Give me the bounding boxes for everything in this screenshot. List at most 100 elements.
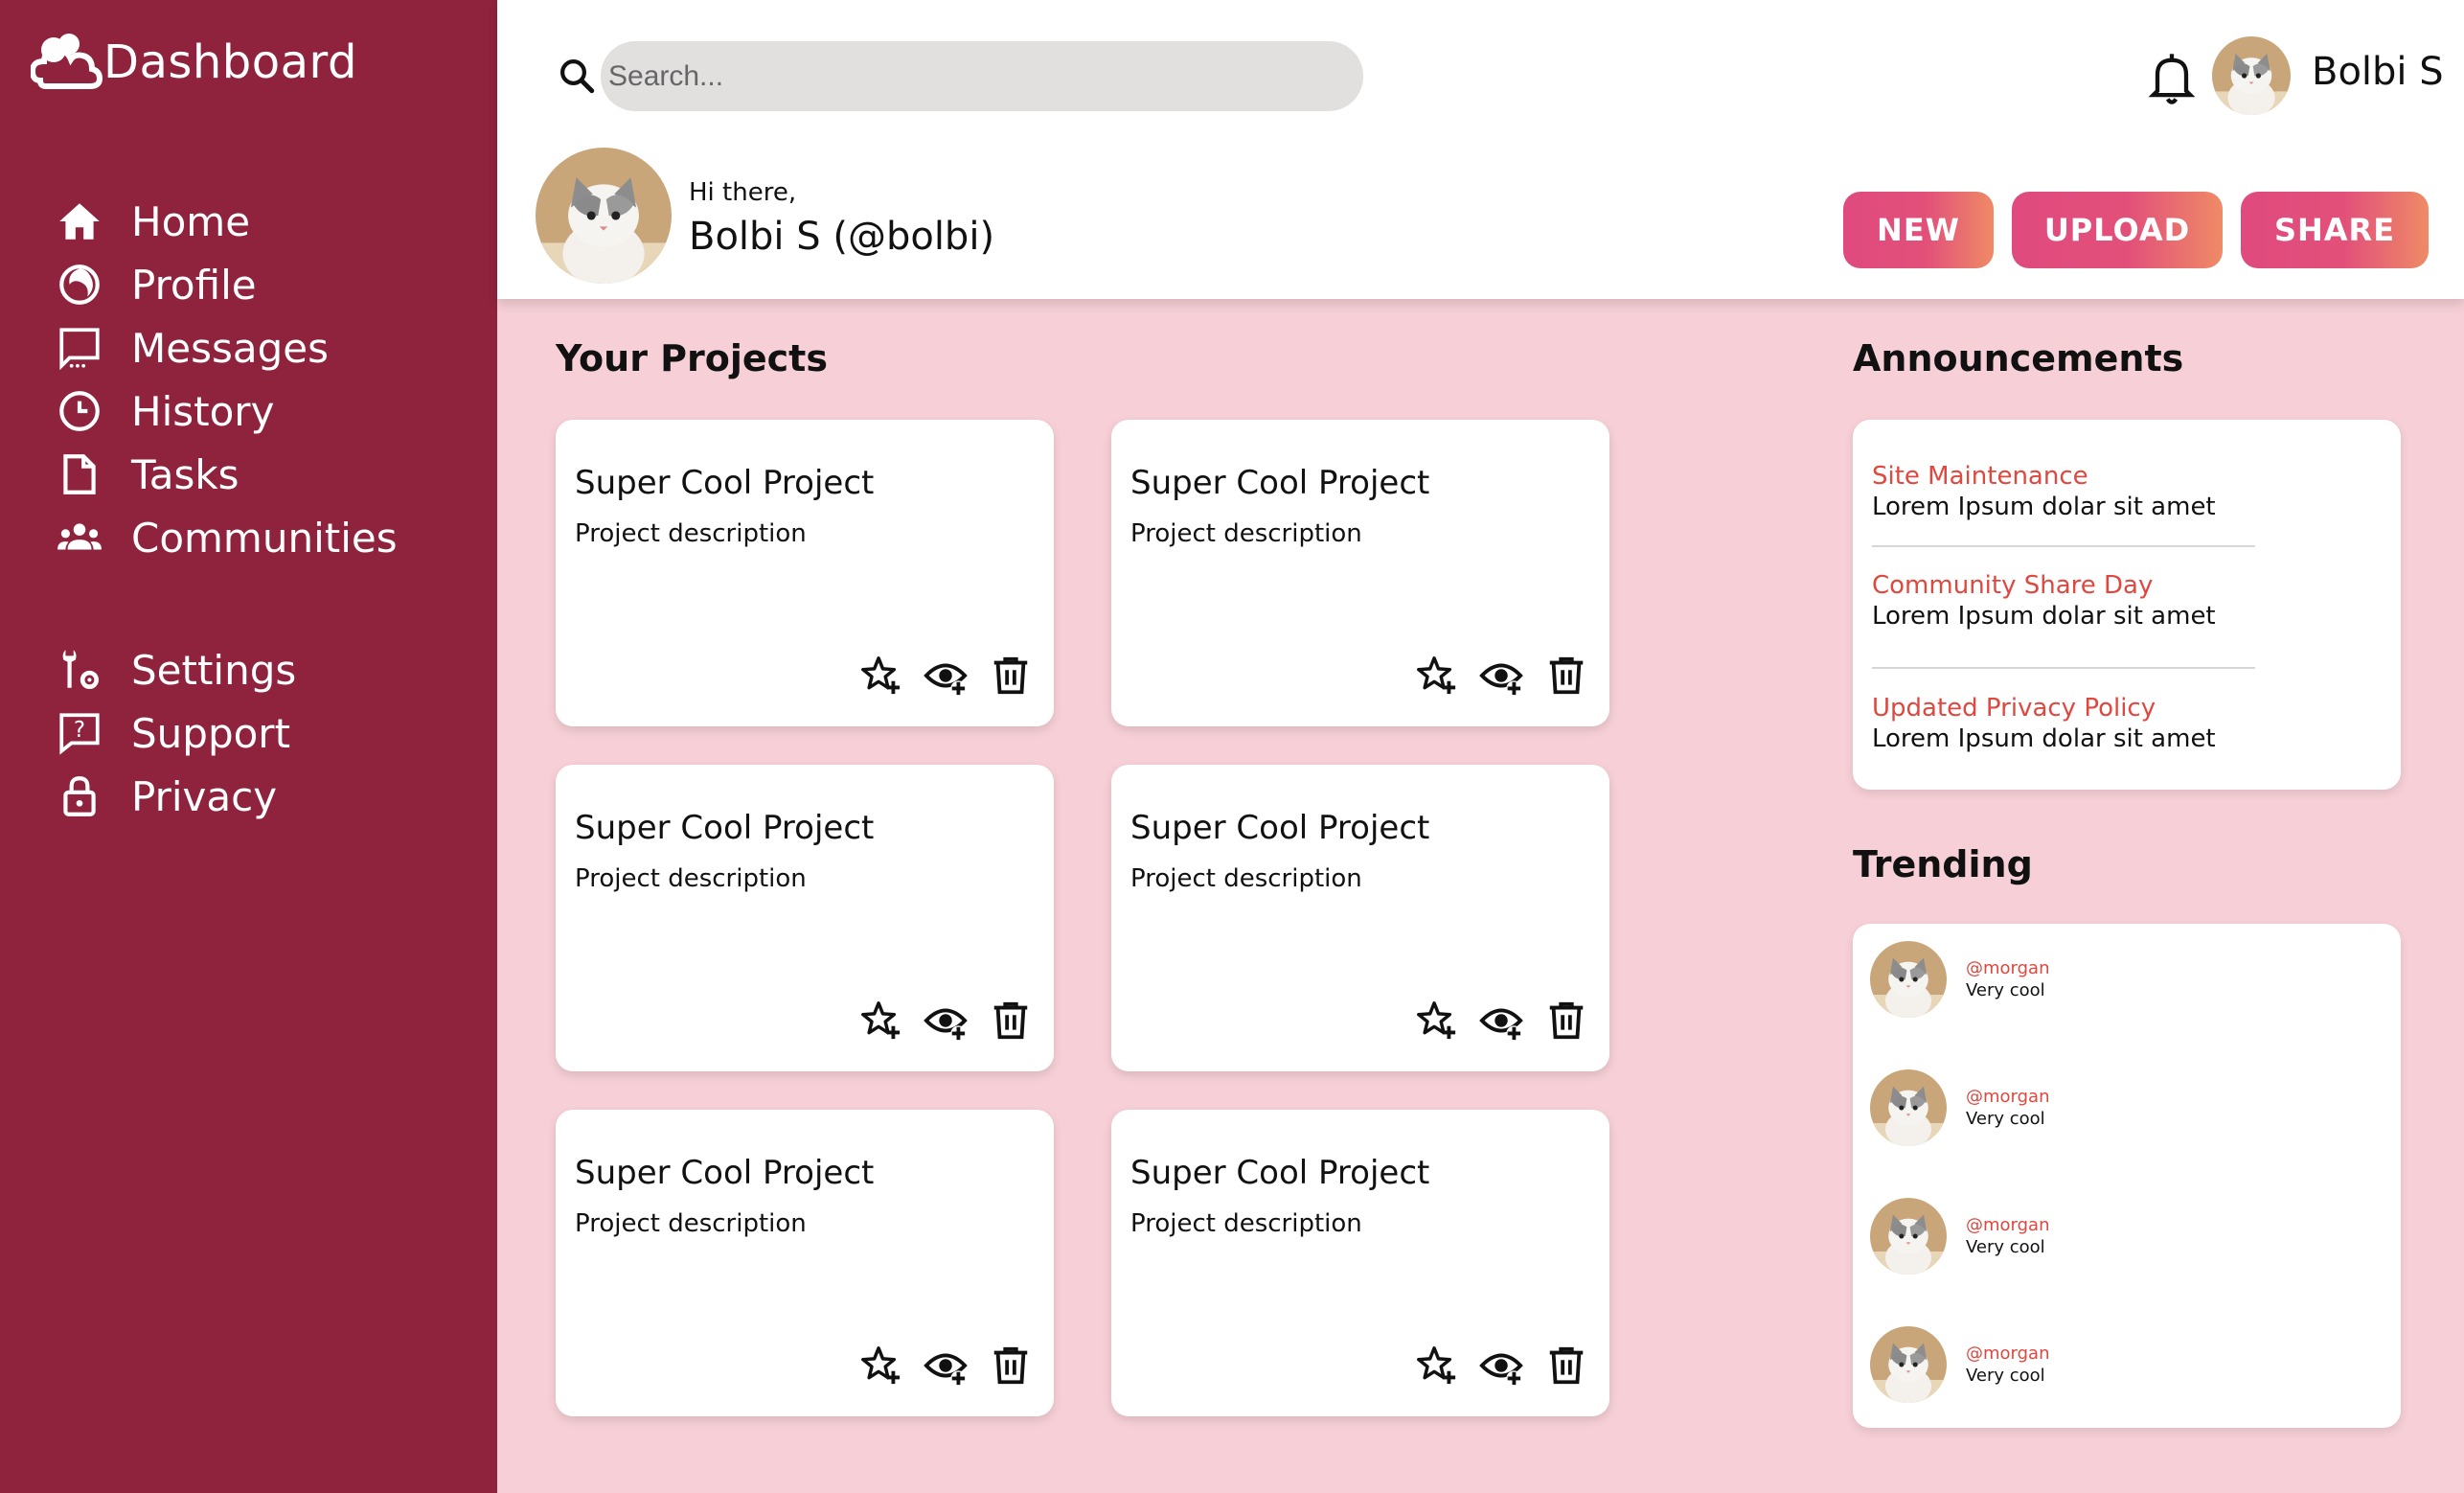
- sidebar-item-home[interactable]: Home: [56, 190, 477, 253]
- project-description: Project description: [575, 864, 807, 893]
- projects-title: Your Projects: [556, 337, 828, 379]
- announcement-item[interactable]: Community Share Day Lorem Ipsum dolar si…: [1872, 571, 2255, 631]
- divider: [1872, 545, 2255, 547]
- avatar[interactable]: [1870, 1326, 1947, 1403]
- profile-avatar: [536, 148, 672, 284]
- sidebar-item-communities[interactable]: Communities: [56, 506, 477, 569]
- watch-icon[interactable]: [924, 999, 968, 1043]
- announcement-item[interactable]: Updated Privacy Policy Lorem Ipsum dolar…: [1872, 694, 2255, 753]
- cat-avatar-icon: [536, 148, 672, 284]
- sidebar-item-label: Messages: [131, 324, 329, 372]
- project-description: Project description: [575, 1209, 807, 1238]
- sidebar-item-support[interactable]: ? Support: [56, 701, 477, 765]
- project-title[interactable]: Super Cool Project: [575, 1154, 874, 1192]
- favorite-icon[interactable]: [1414, 654, 1458, 698]
- sidebar-item-label: Communities: [131, 514, 398, 562]
- avatar[interactable]: [2212, 36, 2291, 115]
- favorite-icon[interactable]: [858, 999, 902, 1043]
- search-input[interactable]: [601, 41, 1363, 111]
- announcement-title[interactable]: Site Maintenance: [1872, 462, 2255, 491]
- profile-icon: [59, 264, 100, 305]
- trending-user[interactable]: @morgan: [1966, 1215, 2050, 1235]
- favorite-icon[interactable]: [858, 654, 902, 698]
- sidebar-item-profile[interactable]: Profile: [56, 253, 477, 316]
- project-title[interactable]: Super Cool Project: [575, 464, 874, 502]
- announcements-panel: Site Maintenance Lorem Ipsum dolar sit a…: [1853, 420, 2401, 790]
- project-card[interactable]: Super Cool Project Project description: [556, 765, 1054, 1071]
- watch-icon[interactable]: [1479, 999, 1523, 1043]
- trending-message: Very cool: [1966, 1109, 2045, 1129]
- sidebar-item-label: Support: [131, 709, 291, 757]
- header: Bolbi S Hi there, Bolbi S (@bolbi) NEW U…: [497, 0, 2464, 299]
- trending-message: Very cool: [1966, 980, 2045, 1000]
- announcement-body: Lorem Ipsum dolar sit amet: [1872, 724, 2216, 753]
- favorite-icon[interactable]: [858, 1344, 902, 1388]
- bell-icon[interactable]: [2147, 50, 2197, 107]
- avatar[interactable]: [1870, 1198, 1947, 1275]
- avatar[interactable]: [1870, 1069, 1947, 1146]
- project-actions: [1393, 999, 1588, 1043]
- trending-item[interactable]: @morgan Very cool: [1870, 941, 2050, 1018]
- upload-button[interactable]: UPLOAD: [2012, 192, 2223, 268]
- sidebar-item-label: History: [131, 387, 275, 435]
- favorite-icon[interactable]: [1414, 1344, 1458, 1388]
- announcement-body: Lorem Ipsum dolar sit amet: [1872, 493, 2216, 521]
- sidebar-nav: Home Profile Messages History Tasks Comm…: [56, 190, 477, 828]
- trending-item[interactable]: @morgan Very cool: [1870, 1069, 2050, 1146]
- announcement-body: Lorem Ipsum dolar sit amet: [1872, 602, 2216, 631]
- project-card[interactable]: Super Cool Project Project description: [556, 1110, 1054, 1416]
- watch-icon[interactable]: [1479, 654, 1523, 698]
- project-description: Project description: [1130, 519, 1362, 548]
- announcement-title[interactable]: Updated Privacy Policy: [1872, 694, 2255, 723]
- favorite-icon[interactable]: [1414, 999, 1458, 1043]
- avatar[interactable]: [1870, 941, 1947, 1018]
- watch-icon[interactable]: [1479, 1344, 1523, 1388]
- history-icon: [59, 391, 100, 431]
- header-user-name[interactable]: Bolbi S: [2312, 50, 2444, 94]
- trending-user[interactable]: @morgan: [1966, 1344, 2050, 1364]
- trending-user[interactable]: @morgan: [1966, 958, 2050, 978]
- project-card[interactable]: Super Cool Project Project description: [556, 420, 1054, 726]
- divider: [1872, 667, 2255, 669]
- trash-icon[interactable]: [1544, 999, 1588, 1043]
- cat-avatar-icon: [2212, 36, 2291, 115]
- settings-icon: [62, 650, 99, 689]
- project-title[interactable]: Super Cool Project: [1130, 809, 1429, 847]
- project-card[interactable]: Super Cool Project Project description: [1111, 420, 1609, 726]
- watch-icon[interactable]: [924, 654, 968, 698]
- search-icon[interactable]: [557, 56, 597, 96]
- new-button[interactable]: NEW: [1843, 192, 1994, 268]
- trash-icon[interactable]: [1544, 654, 1588, 698]
- project-actions: [1393, 654, 1588, 698]
- announcement-title[interactable]: Community Share Day: [1872, 571, 2255, 600]
- messages-icon: [59, 328, 100, 371]
- project-description: Project description: [1130, 864, 1362, 893]
- brand[interactable]: Dashboard: [31, 31, 357, 94]
- project-actions: [837, 999, 1033, 1043]
- sidebar-item-history[interactable]: History: [56, 379, 477, 443]
- watch-icon[interactable]: [924, 1344, 968, 1388]
- communities-icon: [57, 523, 102, 550]
- trash-icon[interactable]: [1544, 1344, 1588, 1388]
- trending-item[interactable]: @morgan Very cool: [1870, 1326, 2050, 1403]
- trending-item[interactable]: @morgan Very cool: [1870, 1198, 2050, 1275]
- trash-icon[interactable]: [989, 999, 1033, 1043]
- project-title[interactable]: Super Cool Project: [1130, 1154, 1429, 1192]
- project-card[interactable]: Super Cool Project Project description: [1111, 765, 1609, 1071]
- cloud-logo-icon: [31, 34, 103, 89]
- project-title[interactable]: Super Cool Project: [575, 809, 874, 847]
- trending-user[interactable]: @morgan: [1966, 1087, 2050, 1107]
- sidebar-item-tasks[interactable]: Tasks: [56, 443, 477, 506]
- project-title[interactable]: Super Cool Project: [1130, 464, 1429, 502]
- announcement-item[interactable]: Site Maintenance Lorem Ipsum dolar sit a…: [1872, 462, 2255, 521]
- project-card[interactable]: Super Cool Project Project description: [1111, 1110, 1609, 1416]
- project-actions: [837, 654, 1033, 698]
- trash-icon[interactable]: [989, 654, 1033, 698]
- cat-avatar-icon: [1870, 1326, 1947, 1403]
- trash-icon[interactable]: [989, 1344, 1033, 1388]
- share-button[interactable]: SHARE: [2241, 192, 2429, 268]
- sidebar-item-messages[interactable]: Messages: [56, 316, 477, 379]
- sidebar-item-settings[interactable]: Settings: [56, 638, 477, 701]
- sidebar-item-privacy[interactable]: Privacy: [56, 765, 477, 828]
